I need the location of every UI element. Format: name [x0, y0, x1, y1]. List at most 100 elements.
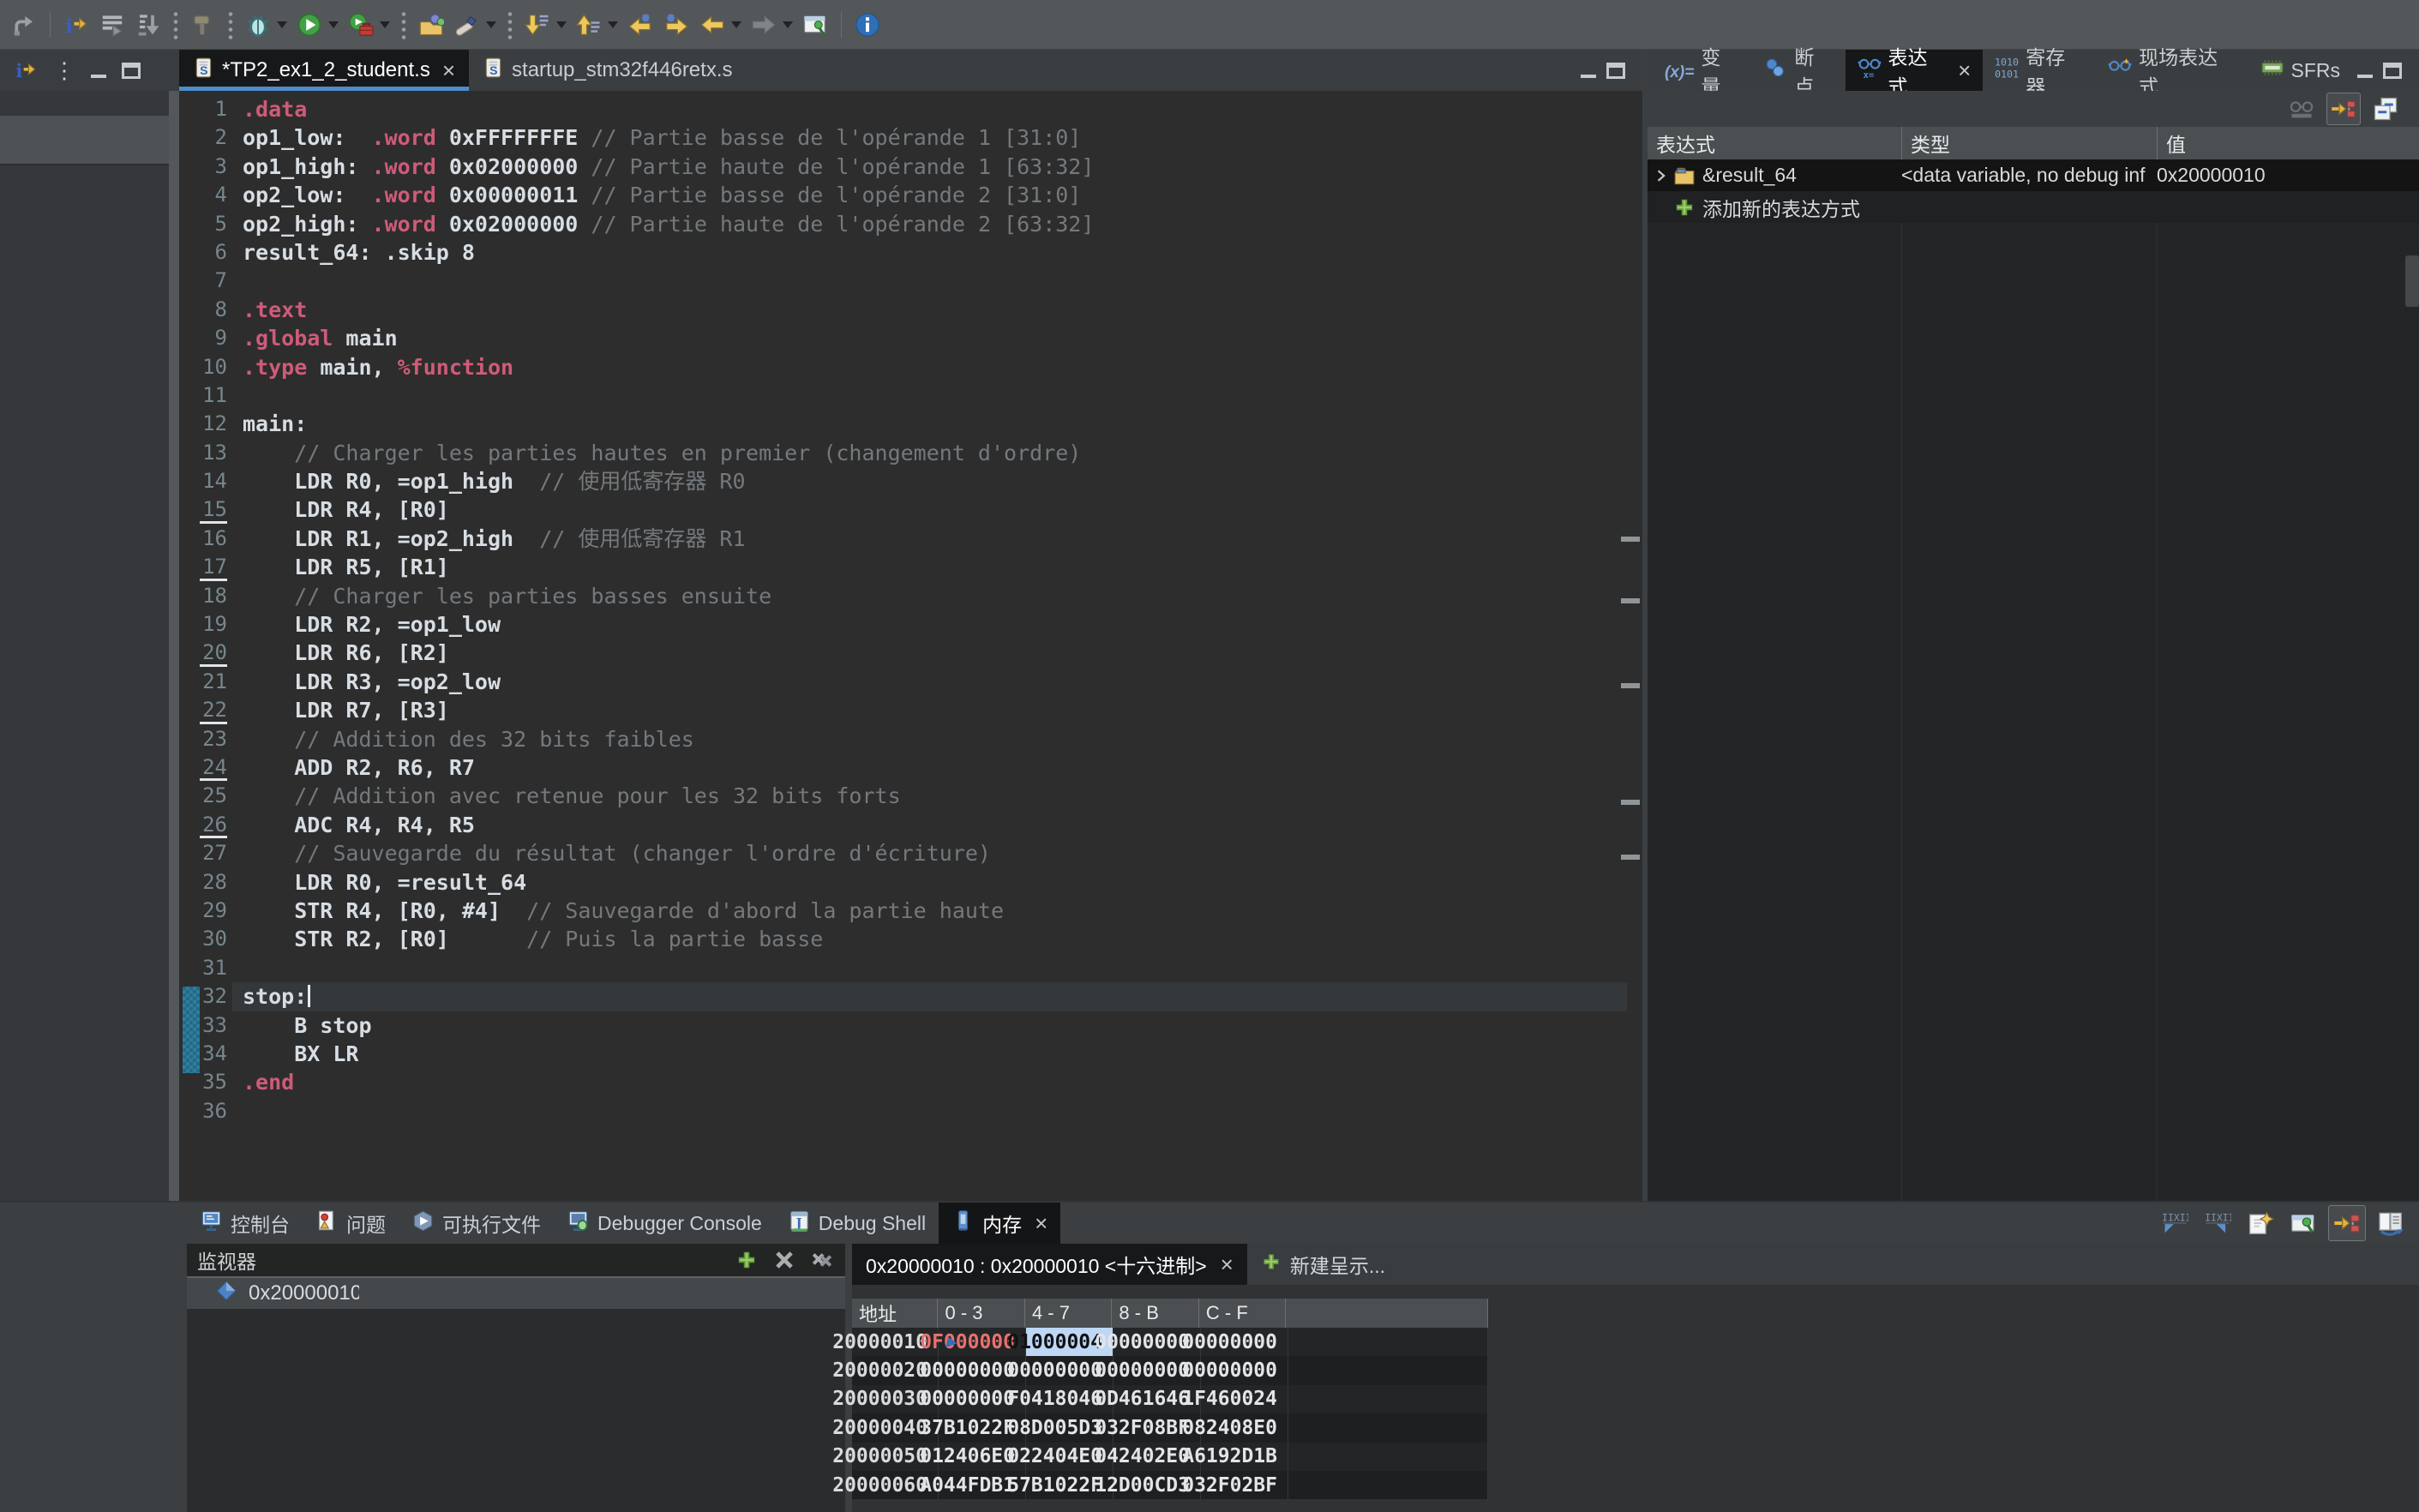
- pin-memory-icon[interactable]: [2285, 1206, 2321, 1240]
- code-line[interactable]: 7: [179, 267, 1642, 295]
- code-line-text[interactable]: op1_high: .word 0x02000000 // Partie hau…: [232, 153, 1094, 181]
- line-number[interactable]: 16: [179, 525, 232, 553]
- code-line[interactable]: 26 ADC R4, R4, R5: [179, 811, 1642, 839]
- link-memory-with-debug-icon[interactable]: [2328, 1205, 2366, 1241]
- code-line[interactable]: 29 STR R4, [R0, #4] // Sauvegarde d'abor…: [179, 897, 1642, 925]
- toolbar-drag-handle[interactable]: [173, 10, 178, 39]
- line-number[interactable]: 12: [179, 410, 232, 438]
- expander-icon[interactable]: [1648, 167, 1673, 184]
- line-number[interactable]: 32: [179, 982, 232, 1011]
- code-line[interactable]: 35.end: [179, 1068, 1642, 1096]
- close-tab-icon[interactable]: ×: [1029, 1215, 1047, 1232]
- overview-annotation-mark[interactable]: [1621, 855, 1640, 860]
- info-icon[interactable]: [850, 7, 885, 43]
- memory-column-header[interactable]: 4 - 7: [1024, 1299, 1111, 1328]
- tab-Debug Shell[interactable]: JDebug Shell: [775, 1203, 939, 1244]
- code-line[interactable]: 5op2_high: .word 0x02000000 // Partie ha…: [179, 210, 1642, 238]
- line-number[interactable]: 5: [179, 210, 232, 238]
- close-tab-icon[interactable]: ×: [1953, 62, 1971, 79]
- code-line[interactable]: 21 LDR R3, =op2_low: [179, 668, 1642, 696]
- external-tools-dropdown-icon[interactable]: [380, 21, 390, 28]
- code-line-text[interactable]: .type main, %function: [232, 353, 513, 381]
- line-number[interactable]: 22: [179, 696, 232, 724]
- line-number[interactable]: 30: [179, 925, 232, 953]
- line-number[interactable]: 6: [179, 238, 232, 267]
- code-line-text[interactable]: [232, 381, 243, 410]
- step-return-icon[interactable]: [7, 7, 41, 43]
- code-line-text[interactable]: LDR R1, =op2_high // 使用低寄存器 R1: [232, 525, 746, 553]
- code-line[interactable]: 17 LDR R5, [R1]: [179, 553, 1642, 581]
- code-line-text[interactable]: [232, 954, 243, 982]
- code-line[interactable]: 13 // Charger les parties hautes en prem…: [179, 439, 1642, 467]
- line-number[interactable]: 21: [179, 668, 232, 696]
- collapsed-view-highlight[interactable]: [0, 116, 169, 165]
- previous-annotation-dropdown-icon[interactable]: [608, 21, 618, 28]
- tab-寄存器[interactable]: 10100101寄存器: [1983, 50, 2096, 91]
- debug-dropdown-icon[interactable]: [277, 21, 287, 28]
- code-line-text[interactable]: LDR R3, =op2_low: [232, 668, 501, 696]
- code-line[interactable]: 14 LDR R0, =op1_high // 使用低寄存器 R0: [179, 467, 1642, 495]
- expression-cell[interactable]: &result_64: [1648, 159, 1901, 191]
- code-line[interactable]: 22 LDR R7, [R3]: [179, 696, 1642, 724]
- memory-column-header[interactable]: 0 - 3: [937, 1299, 1023, 1328]
- run-dropdown-icon[interactable]: [328, 21, 339, 28]
- maximize-icon[interactable]: [122, 63, 141, 79]
- memory-value-cell[interactable]: 00000000: [1200, 1356, 1288, 1384]
- toolbar-drag-handle[interactable]: [401, 10, 406, 39]
- memory-value-cell[interactable]: 082408E0: [1200, 1413, 1288, 1442]
- code-line[interactable]: 23 // Addition des 32 bits faibles: [179, 725, 1642, 753]
- show-source-icon[interactable]: [95, 7, 129, 43]
- line-number[interactable]: 23: [179, 725, 232, 753]
- toolbar-drag-handle[interactable]: [228, 10, 233, 39]
- code-line[interactable]: 34 BX LR: [179, 1040, 1642, 1068]
- view-menu-icon[interactable]: ⋮: [48, 59, 81, 81]
- forward-dropdown-icon[interactable]: [783, 21, 793, 28]
- close-tab-icon[interactable]: ×: [437, 62, 455, 79]
- line-number[interactable]: 7: [179, 267, 232, 295]
- expressions-column-header[interactable]: 值: [2157, 127, 2419, 159]
- line-number[interactable]: 24: [179, 753, 232, 782]
- external-tools-icon[interactable]: [344, 7, 378, 43]
- forward-icon[interactable]: [747, 7, 781, 43]
- expressions-column-header[interactable]: 类型: [1901, 127, 2157, 159]
- code-line[interactable]: 2op1_low: .word 0xFFFFFFFE // Partie bas…: [179, 123, 1642, 152]
- memory-monitor-item[interactable]: 0x20000010: [187, 1278, 845, 1309]
- code-line-text[interactable]: [232, 1097, 243, 1125]
- line-number[interactable]: 31: [179, 954, 232, 982]
- code-line[interactable]: 25 // Addition avec retenue pour les 32 …: [179, 782, 1642, 810]
- line-number[interactable]: 20: [179, 639, 232, 667]
- line-number[interactable]: 15: [179, 495, 232, 524]
- code-line-text[interactable]: ADC R4, R4, R5: [232, 811, 475, 839]
- code-line-text[interactable]: STR R2, [R0] // Puis la partie basse: [232, 925, 823, 953]
- line-number[interactable]: 13: [179, 439, 232, 467]
- expressions-table-header[interactable]: 表达式类型值: [1648, 127, 2419, 159]
- line-number[interactable]: 34: [179, 1040, 232, 1068]
- code-line-text[interactable]: // Charger les parties hautes en premier…: [232, 439, 1081, 467]
- code-line[interactable]: 1.data: [179, 95, 1642, 123]
- code-line[interactable]: 18 // Charger les parties basses ensuite: [179, 582, 1642, 610]
- code-line[interactable]: 36: [179, 1097, 1642, 1125]
- expression-cell[interactable]: 添加新的表达方式: [1648, 191, 1901, 223]
- line-number[interactable]: 36: [179, 1097, 232, 1125]
- code-line-text[interactable]: result_64: .skip 8: [232, 238, 475, 267]
- code-line[interactable]: 4op2_low: .word 0x00000011 // Partie bas…: [179, 181, 1642, 209]
- line-number[interactable]: 33: [179, 1011, 232, 1040]
- toggle-endianness-little-icon[interactable]: IIXIIX: [2157, 1206, 2193, 1240]
- code-line[interactable]: 9.global main: [179, 324, 1642, 352]
- remove-all-monitors-icon[interactable]: [807, 1246, 837, 1274]
- code-line[interactable]: 33 B stop: [179, 1011, 1642, 1040]
- code-line-text[interactable]: B stop: [232, 1011, 372, 1040]
- remove-monitor-icon[interactable]: [770, 1246, 799, 1274]
- overview-annotation-mark[interactable]: [1621, 598, 1640, 603]
- code-line-text[interactable]: // Addition des 32 bits faibles: [232, 725, 694, 753]
- code-line[interactable]: 15 LDR R4, [R0]: [179, 495, 1642, 524]
- tab-可执行文件[interactable]: 可执行文件: [399, 1203, 554, 1244]
- code-line-text[interactable]: STR R4, [R0, #4] // Sauvegarde d'abord l…: [232, 897, 1004, 925]
- tab-现场表达式[interactable]: 现场表达式: [2096, 50, 2248, 91]
- code-line-text[interactable]: LDR R7, [R3]: [232, 696, 449, 724]
- expression-row[interactable]: &result_64<data variable, no debug inf0x…: [1648, 159, 2419, 191]
- tab-表达式[interactable]: x=表达式×: [1846, 50, 1984, 91]
- line-number[interactable]: 35: [179, 1068, 232, 1096]
- step-filters-icon[interactable]: [131, 7, 165, 43]
- editor-tab-2[interactable]: Sstartup_stm32f446retx.s: [469, 50, 746, 91]
